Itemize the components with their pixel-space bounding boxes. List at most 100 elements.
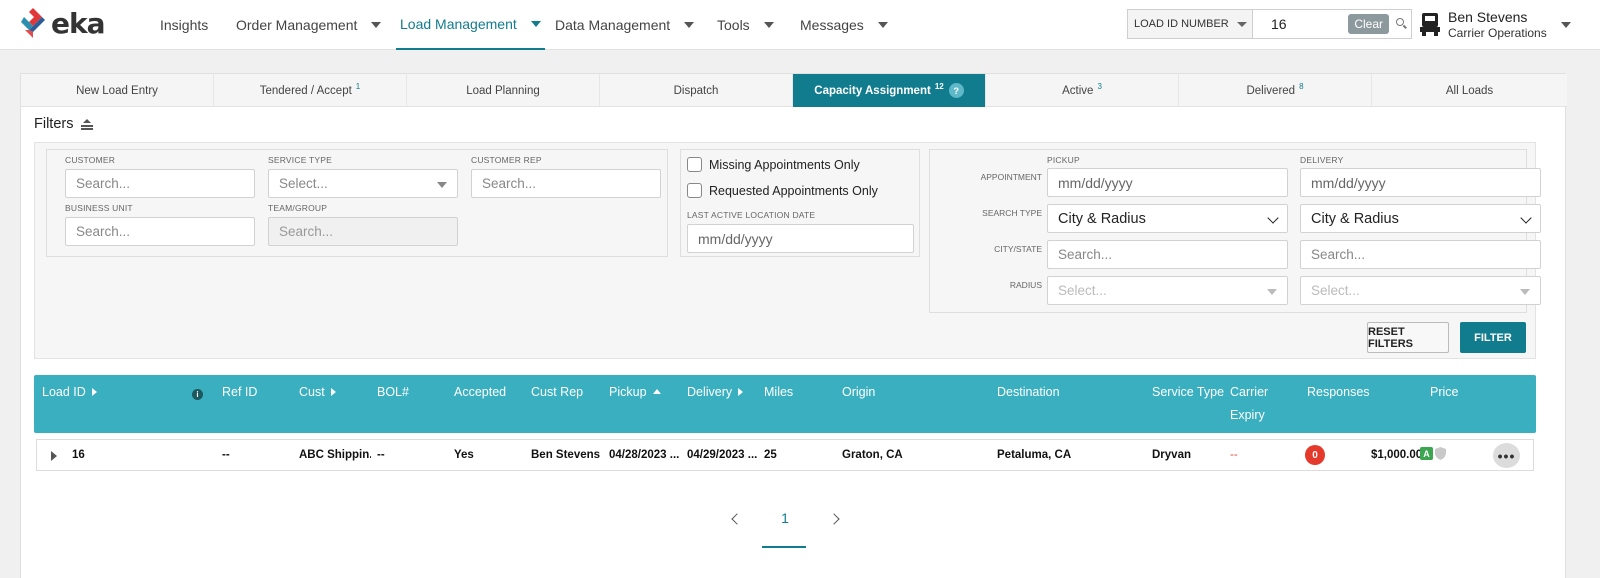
pickup-city-state-input[interactable]: Search... [1047, 240, 1288, 269]
reset-filters-button[interactable]: RESET FILTERS [1367, 322, 1449, 353]
nav-label: Messages [800, 17, 864, 33]
filter-button[interactable]: FILTER [1460, 322, 1526, 353]
delivery-radius-select: Select... [1300, 276, 1541, 305]
tab-tendered-accept[interactable]: Tendered / Accept 1 [214, 74, 407, 107]
tab-active[interactable]: Active 3 [986, 74, 1179, 107]
chevron-down-icon [437, 182, 447, 188]
radius-label: RADIUS [1009, 280, 1042, 290]
business-unit-input[interactable]: Search... [65, 217, 255, 246]
main-card: New Load Entry Tendered / Accept 1 Load P… [20, 73, 1567, 578]
chevron-down-icon [1236, 21, 1247, 27]
col-delivery[interactable]: Delivery [687, 385, 744, 399]
column-label: Load ID [42, 385, 86, 399]
col-load-id[interactable]: Load ID [42, 385, 97, 399]
checkbox[interactable] [687, 157, 702, 172]
chevron-down-icon [530, 21, 541, 27]
col-responses[interactable]: Responses [1307, 385, 1370, 399]
chevron-down-icon [684, 22, 695, 28]
column-label: Pickup [609, 385, 647, 399]
col-miles[interactable]: Miles [764, 385, 793, 399]
tab-new-load-entry[interactable]: New Load Entry [21, 74, 214, 107]
chevron-left-icon[interactable] [731, 513, 743, 525]
cell-ref-id: -- [222, 449, 230, 461]
tab-capacity-assignment[interactable]: Capacity Assignment 12? [793, 74, 986, 107]
load-search-input[interactable]: 16 Clear [1252, 9, 1412, 39]
nav-tools[interactable]: Tools [717, 0, 774, 50]
col-accepted[interactable]: Accepted [454, 385, 506, 399]
requested-appointments-checkbox[interactable]: Requested Appointments Only [687, 183, 878, 198]
tab-load-planning[interactable]: Load Planning [407, 74, 600, 107]
delivery-search-type-select[interactable]: City & Radius [1300, 204, 1541, 233]
delivery-appointment-input[interactable]: mm/dd/yyyy [1300, 168, 1541, 197]
nav-order-management[interactable]: Order Management [236, 0, 382, 50]
city-state-label: CITY/STATE [994, 244, 1042, 254]
top-nav: eka Insights Order Management Load Manag… [0, 0, 1600, 50]
col-pickup[interactable]: Pickup [609, 385, 661, 399]
col-destination[interactable]: Destination [997, 385, 1060, 399]
pickup-label: PICKUP [1047, 155, 1080, 165]
col-bol[interactable]: BOL# [377, 385, 409, 399]
customer-label: CUSTOMER [65, 155, 116, 165]
expand-row-icon[interactable] [51, 451, 57, 461]
tab-count: 8 [1299, 82, 1304, 91]
collapse-icon[interactable] [81, 119, 94, 129]
tab-label: Capacity Assignment [814, 84, 931, 97]
service-type-select[interactable]: Select... [268, 169, 458, 198]
pickup-delivery-filters: PICKUP DELIVERY APPOINTMENT mm/dd/yyyy m… [929, 149, 1541, 313]
nav-label: Order Management [236, 17, 358, 33]
col-cust-rep[interactable]: Cust Rep [531, 385, 583, 399]
tab-delivered[interactable]: Delivered 8 [1179, 74, 1372, 107]
chevron-right-icon[interactable] [828, 513, 840, 525]
col-expiry[interactable]: Expiry [1230, 408, 1265, 422]
chevron-down-icon [877, 22, 888, 28]
checkbox-label: Missing Appointments Only [709, 157, 860, 172]
delivery-city-state-input[interactable]: Search... [1300, 240, 1541, 269]
more-actions-button[interactable]: ••• [1493, 443, 1520, 468]
cell-destination: Petaluma, CA [997, 449, 1072, 461]
help-icon[interactable]: ? [948, 83, 964, 98]
tab-all-loads[interactable]: All Loads [1372, 74, 1567, 107]
table-row[interactable]: 16 -- ABC Shippin... -- Yes Ben Stevens … [36, 439, 1534, 471]
chevron-down-icon [1520, 212, 1532, 224]
customer-rep-input[interactable]: Search... [471, 169, 661, 198]
checkbox[interactable] [687, 183, 702, 198]
placeholder: Search... [76, 224, 131, 239]
search-type-select[interactable]: LOAD ID NUMBER [1127, 9, 1253, 39]
pickup-radius-select: Select... [1047, 276, 1288, 305]
cell-carrier-expiry: -- [1230, 449, 1238, 461]
user-menu-chevron-icon[interactable] [1561, 22, 1571, 28]
filter-panel: CUSTOMER Search... SERVICE TYPE Select..… [34, 142, 1541, 359]
col-service-type[interactable]: Service Type [1152, 385, 1224, 399]
col-carrier[interactable]: Carrier [1230, 385, 1268, 399]
tab-label: Tendered / Accept [259, 84, 352, 97]
last-active-date-input[interactable]: mm/dd/yyyy [687, 224, 914, 253]
clear-button[interactable]: Clear [1348, 14, 1389, 34]
selected-value: City & Radius [1058, 210, 1146, 227]
pickup-appointment-input[interactable]: mm/dd/yyyy [1047, 168, 1288, 197]
col-price[interactable]: Price [1430, 385, 1458, 399]
load-tabs: New Load Entry Tendered / Accept 1 Load P… [21, 74, 1567, 107]
search-icon[interactable] [1396, 18, 1404, 26]
col-origin[interactable]: Origin [842, 385, 875, 399]
placeholder: Search... [1311, 247, 1366, 262]
filters-heading[interactable]: Filters [34, 116, 94, 132]
nav-insights[interactable]: Insights [160, 0, 208, 50]
filters-title: Filters [34, 116, 74, 132]
tab-count: 1 [355, 82, 361, 91]
customer-input[interactable]: Search... [65, 169, 255, 198]
nav-data-management[interactable]: Data Management [555, 0, 695, 50]
nav-messages[interactable]: Messages [800, 0, 888, 50]
pickup-search-type-select[interactable]: City & Radius [1047, 204, 1288, 233]
user-name[interactable]: Ben Stevens [1448, 9, 1527, 25]
tab-dispatch[interactable]: Dispatch [600, 74, 793, 107]
col-cust[interactable]: Cust [299, 385, 336, 399]
responses-badge[interactable]: 0 [1305, 445, 1325, 465]
missing-appointments-checkbox[interactable]: Missing Appointments Only [687, 157, 860, 172]
info-icon[interactable]: i [192, 389, 203, 400]
placeholder: mm/dd/yyyy [698, 230, 773, 247]
nav-load-management[interactable]: Load Management [396, 0, 545, 50]
customer-rep-label: CUSTOMER REP [471, 155, 542, 165]
page-number[interactable]: 1 [763, 510, 807, 526]
eka-logo[interactable]: eka [20, 6, 106, 40]
col-ref-id[interactable]: Ref ID [222, 385, 257, 399]
